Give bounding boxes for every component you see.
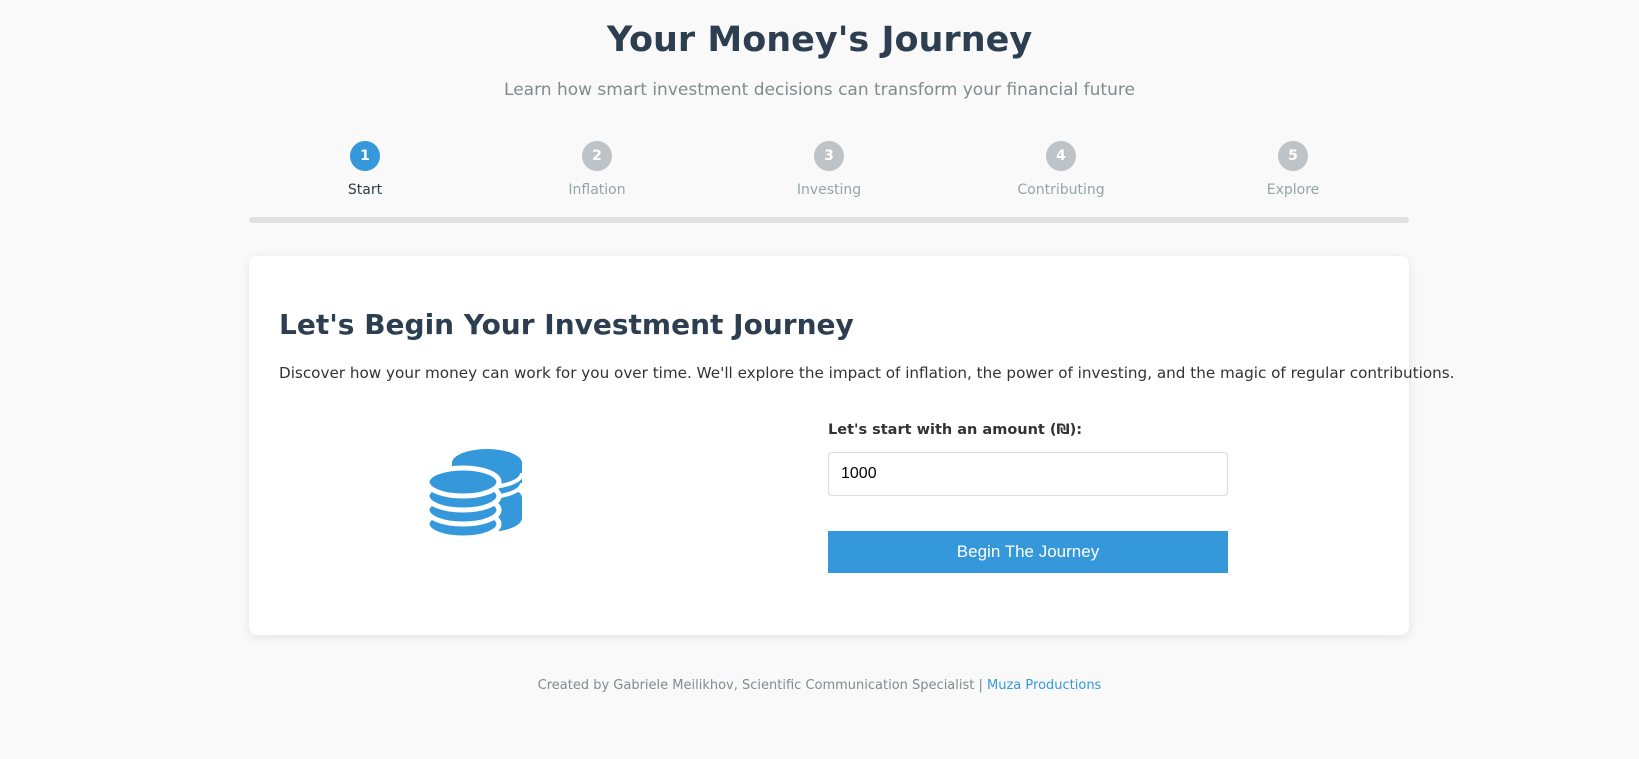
coins-icon	[427, 449, 524, 541]
step-investing[interactable]: 3 Investing	[713, 141, 945, 201]
amount-label: Let's start with an amount (₪):	[828, 422, 1083, 438]
step-label: Explore	[1266, 182, 1320, 198]
step-contributing[interactable]: 4 Contributing	[945, 141, 1177, 201]
card-heading: Let's Begin Your Investment Journey	[279, 308, 854, 341]
step-label: Start	[347, 182, 383, 198]
step-explore[interactable]: 5 Explore	[1177, 141, 1409, 201]
page-title: Your Money's Journey	[606, 20, 1033, 60]
intro-card: Let's Begin Your Investment Journey Disc…	[249, 256, 1455, 635]
step-label: Contributing	[1017, 182, 1105, 198]
card-description: Discover how your money can work for you…	[279, 364, 1455, 382]
begin-journey-button[interactable]: Begin The Journey	[828, 531, 1228, 573]
step-inflation[interactable]: 2 Inflation	[481, 141, 713, 201]
step-label: Investing	[796, 182, 862, 198]
step-start[interactable]: 1 Start	[249, 141, 481, 201]
step-number: 2	[582, 141, 612, 171]
page: Your Money's Journey Learn how smart inv…	[0, 0, 1639, 759]
step-number: 1	[350, 141, 380, 171]
step-number: 5	[1278, 141, 1308, 171]
step-indicator: 1 Start 2 Inflation 3 Investing 4 Contri…	[249, 141, 1409, 201]
footer-credit: Created by Gabriele Meilikhov, Scientifi…	[537, 678, 988, 693]
progress-bar	[249, 217, 1409, 223]
muza-productions-link[interactable]: Muza Productions	[987, 678, 1101, 693]
step-number: 4	[1046, 141, 1076, 171]
step-label: Inflation	[568, 182, 626, 198]
amount-input[interactable]	[828, 452, 1228, 496]
page-subtitle: Learn how smart investment decisions can…	[504, 80, 1135, 100]
footer: Created by Gabriele Meilikhov, Scientifi…	[0, 678, 1639, 693]
step-number: 3	[814, 141, 844, 171]
